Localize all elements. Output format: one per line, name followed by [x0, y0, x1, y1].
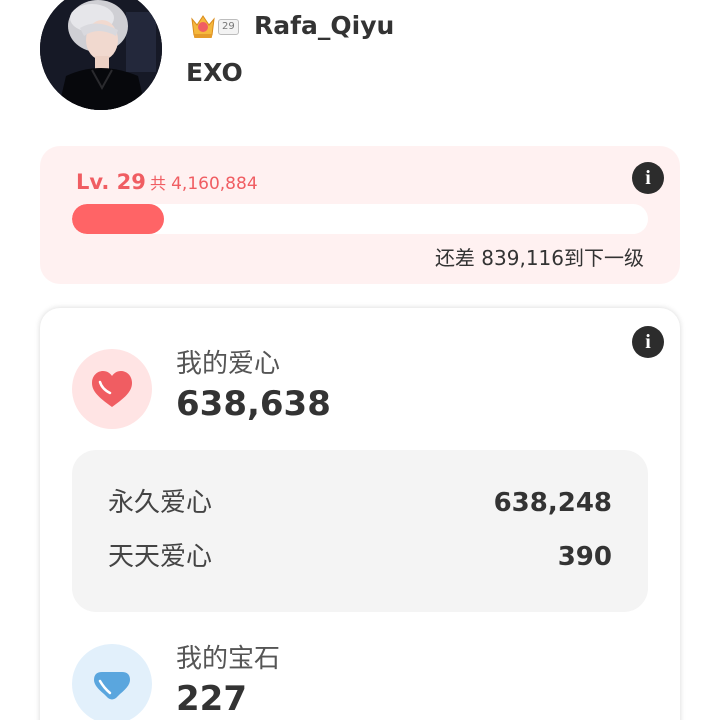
hearts-value: 638,638: [176, 384, 331, 424]
gem-icon: [72, 644, 152, 720]
info-icon[interactable]: i: [632, 162, 664, 194]
daily-hearts-label: 天天爱心: [108, 542, 213, 572]
level-total: 共 4,160,884: [150, 173, 258, 195]
crown-badge-icon: [188, 11, 218, 41]
gems-value: 227: [176, 679, 247, 719]
list-item: 天天爱心 390: [108, 539, 612, 575]
hearts-breakdown: 永久爱心 638,248 天天爱心 390: [72, 450, 648, 612]
badge-level-chip: 29: [218, 19, 239, 35]
gems-title: 我的宝石: [176, 644, 281, 674]
avatar-photo: [40, 0, 162, 110]
heart-icon: [72, 349, 152, 429]
level-total-prefix: 共: [150, 174, 167, 193]
assets-card: i 我的爱心 638,638 永久爱心 638,248 天天爱心 390 我的宝…: [40, 308, 680, 720]
list-item: 永久爱心 638,248: [108, 485, 612, 521]
level-progress-fill: [72, 204, 165, 234]
daily-hearts-value: 390: [557, 542, 612, 572]
group-name: EXO: [186, 58, 243, 87]
hearts-title: 我的爱心: [176, 349, 281, 379]
profile-page: 29 Rafa_Qiyu EXO Lv. 29 共 4,160,884 i 还差…: [0, 0, 720, 720]
permanent-hearts-label: 永久爱心: [108, 488, 213, 518]
username: Rafa_Qiyu: [254, 11, 395, 40]
level-label: Lv. 29: [76, 170, 146, 194]
level-card: Lv. 29 共 4,160,884 i 还差 839,116到下一级: [40, 146, 680, 284]
level-progress-bar: [72, 204, 648, 234]
level-total-value: 4,160,884: [171, 174, 258, 194]
avatar[interactable]: [40, 0, 162, 110]
info-icon[interactable]: i: [632, 326, 664, 358]
level-remaining-text: 还差 839,116到下一级: [434, 246, 644, 270]
permanent-hearts-value: 638,248: [493, 488, 612, 518]
